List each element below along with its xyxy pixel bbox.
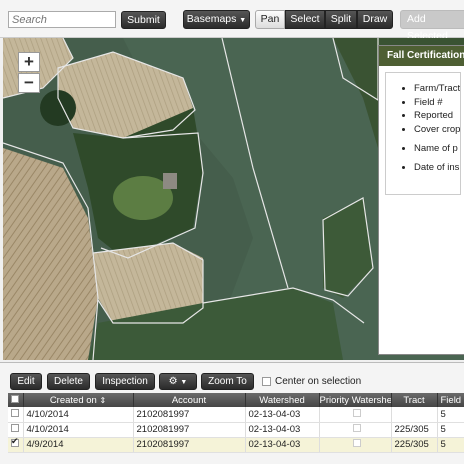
add-selected-button[interactable]: Add Selected [400, 10, 464, 42]
fall-certification-panel: Fall Certification Form Farm/Tract Field… [378, 45, 464, 355]
select-all-header[interactable] [8, 393, 24, 407]
select-mode-button[interactable]: Select [285, 10, 325, 29]
panel-item: Farm/Tract [414, 83, 460, 94]
pan-mode-button[interactable]: Pan [255, 10, 285, 29]
cell-account: 2102081997 [133, 407, 246, 423]
gear-icon: ⚙ [168, 376, 178, 387]
edit-button[interactable]: Edit [10, 373, 42, 390]
cell-account: 2102081997 [133, 422, 246, 438]
cell-field: 5 [437, 422, 464, 438]
cell-created: 4/9/2014 [23, 437, 134, 453]
cell-watershed: 02-13-04-03 [245, 407, 320, 423]
column-header-account[interactable]: Account [133, 393, 246, 407]
draw-mode-button[interactable]: Draw [357, 10, 393, 29]
sort-icon: ⇕ [99, 395, 107, 405]
caret-down-icon: ▼ [239, 17, 247, 24]
zoom-in-button[interactable]: + [18, 52, 40, 72]
table-row[interactable]: 4/9/2014 2102081997 02-13-04-03 225/305 … [8, 437, 464, 453]
table-row[interactable]: 4/10/2014 2102081997 02-13-04-03 5 [8, 407, 464, 423]
table-header-row: Created on ⇕ Account Watershed Priority … [8, 393, 464, 407]
top-toolbar: Submit Basemaps ▼ Pan Select Split Draw … [0, 0, 464, 42]
panel-item: Date of ins [414, 162, 460, 173]
search-input[interactable] [8, 11, 116, 28]
basemaps-label: Basemaps [186, 13, 237, 25]
priority-watershed-checkbox [352, 424, 361, 432]
panel-title: Fall Certification Form [379, 46, 464, 66]
records-panel: Edit Delete Inspection ⚙ ▼ Zoom To Cente… [0, 362, 464, 464]
cell-account: 2102081997 [133, 437, 246, 453]
caret-down-icon: ▼ [180, 379, 188, 386]
center-on-selection-label: Center on selection [275, 376, 362, 387]
row-checkbox[interactable] [11, 424, 19, 432]
cell-watershed: 02-13-04-03 [245, 422, 320, 438]
settings-dropdown-button[interactable]: ⚙ ▼ [159, 373, 197, 390]
basemaps-dropdown[interactable]: Basemaps ▼ [183, 10, 250, 29]
column-header-field[interactable]: Field [437, 393, 464, 407]
split-mode-button[interactable]: Split [325, 10, 357, 29]
row-checkbox[interactable] [11, 437, 19, 447]
column-header-watershed[interactable]: Watershed [245, 393, 320, 407]
panel-item: Name of p [414, 143, 460, 154]
cell-tract [391, 407, 438, 423]
panel-item: Field # [414, 97, 460, 108]
column-header-tract[interactable]: Tract [391, 393, 438, 407]
priority-watershed-checkbox [352, 439, 361, 447]
column-header-created[interactable]: Created on ⇕ [23, 393, 134, 407]
zoom-out-button[interactable]: − [18, 73, 40, 93]
panel-content: Farm/Tract Field # Reported Cover crop N… [385, 72, 461, 195]
records-table: Created on ⇕ Account Watershed Priority … [8, 393, 464, 453]
panel-item: Cover crop [414, 124, 460, 135]
center-on-selection-checkbox[interactable] [262, 377, 271, 386]
inspection-button[interactable]: Inspection [95, 373, 155, 390]
cell-field: 5 [437, 407, 464, 423]
cell-field: 5 [437, 437, 464, 453]
zoom-to-button[interactable]: Zoom To [201, 373, 254, 390]
row-checkbox[interactable] [11, 408, 19, 417]
column-header-priority-watershed[interactable]: Priority Watershed [319, 393, 392, 407]
submit-button[interactable]: Submit [121, 11, 166, 29]
cell-tract: 225/305 [391, 422, 438, 438]
cell-created: 4/10/2014 [23, 422, 134, 438]
select-all-checkbox[interactable] [11, 394, 20, 403]
panel-item: Reported [414, 110, 460, 121]
priority-watershed-checkbox [352, 408, 361, 417]
cell-watershed: 02-13-04-03 [245, 437, 320, 453]
cell-created: 4/10/2014 [23, 407, 134, 423]
cell-tract: 225/305 [391, 437, 438, 453]
table-row[interactable]: 4/10/2014 2102081997 02-13-04-03 225/305… [8, 422, 464, 438]
delete-button[interactable]: Delete [47, 373, 90, 390]
